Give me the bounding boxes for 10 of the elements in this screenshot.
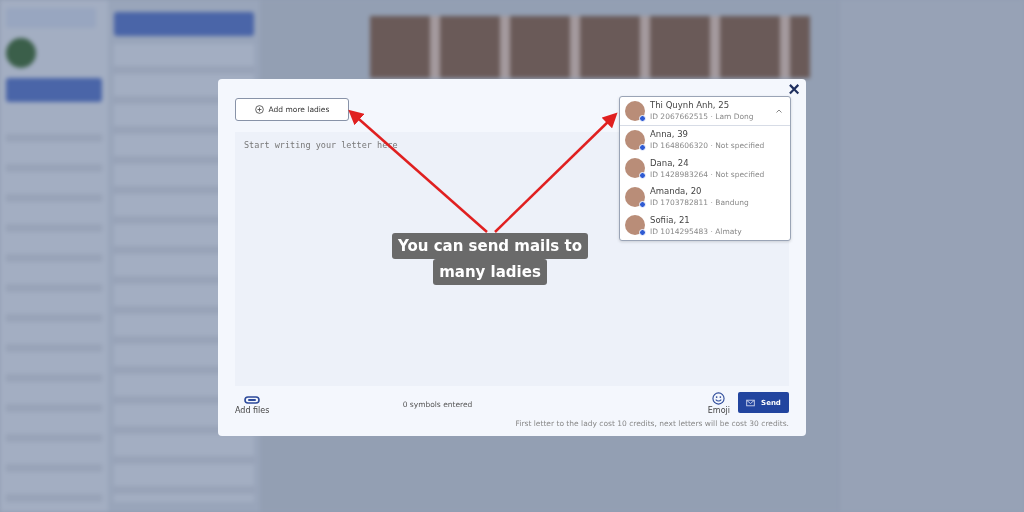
recipient-name: Sofiia, 21 <box>650 214 691 225</box>
recipient-name: Thi Quynh Anh, 25 <box>650 100 731 111</box>
close-button[interactable]: × <box>784 80 804 98</box>
add-files-button[interactable]: Add files <box>235 392 270 415</box>
callout-text: many ladies <box>433 259 547 285</box>
recipient-name: Dana, 24 <box>650 157 690 168</box>
recipient-name: Anna, 39 <box>650 129 690 140</box>
emoji-button[interactable]: Emoji <box>707 392 730 415</box>
callout-text: You can send mails to <box>392 233 588 259</box>
recipient-name: Amanda, 20 <box>650 186 703 197</box>
